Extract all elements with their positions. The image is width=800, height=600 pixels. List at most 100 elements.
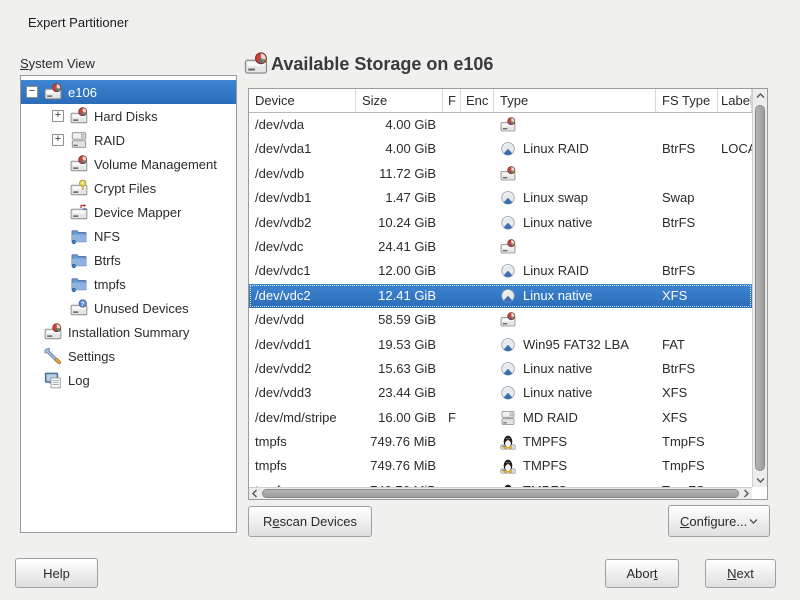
cell-type: TMPFS [494,454,656,478]
table-row[interactable]: /dev/vdc212.41 GiBLinux nativeXFS [249,284,752,308]
table-row[interactable]: /dev/vdb210.24 GiBLinux nativeBtrFS [249,211,752,235]
horizontal-scrollbar[interactable] [249,487,752,499]
cell-type: Linux RAID [494,137,656,161]
unused-devices-icon: ? [70,299,88,317]
disk-partition-icon [70,107,88,125]
next-button[interactable]: Next [705,559,776,588]
sidebar-item-btrfs[interactable]: Btrfs [21,248,236,272]
scroll-left-icon[interactable] [249,488,261,499]
sidebar-item-log[interactable]: Log [21,368,236,392]
table-row[interactable]: /dev/vdd215.63 GiBLinux nativeBtrFS [249,357,752,381]
table-row[interactable]: /dev/vdb11.47 GiBLinux swapSwap [249,186,752,210]
cell-type [494,308,656,332]
table-body: /dev/vda4.00 GiB/dev/vda14.00 GiBLinux R… [249,113,752,487]
sidebar-item-tmpfs[interactable]: tmpfs [21,272,236,296]
vertical-scrollbar-thumb[interactable] [755,105,765,471]
column-header-f[interactable]: F [443,89,461,112]
cell-label [718,259,752,283]
table-row[interactable]: /dev/vdd119.53 GiBWin95 FAT32 LBAFAT [249,333,752,357]
table-row[interactable]: tmpfs749.76 MiBTMPFSTmpFS [249,454,752,478]
sidebar-item-nfs[interactable]: NFS [21,224,236,248]
cell-label [718,430,752,454]
cell-label [718,357,752,381]
scroll-down-icon[interactable] [753,473,767,487]
help-button[interactable]: Help [15,558,98,588]
horizontal-scrollbar-thumb[interactable] [262,489,739,498]
vertical-scrollbar[interactable] [752,89,767,487]
cell-label [718,381,752,405]
cell-size: 15.63 GiB [356,357,443,381]
rescan-devices-button[interactable]: Rescan Devices [248,506,372,537]
window-title: Expert Partitioner [28,15,128,30]
table-row[interactable]: tmpfs749.76 MiBTMPFSTmpFS [249,479,752,487]
sidebar-item-hard-disks[interactable]: +Hard Disks [21,104,236,128]
cell-device: /dev/vdc2 [249,284,356,308]
svg-text:?: ? [81,301,85,308]
cell-fs-type: Swap [656,186,718,210]
column-header-device[interactable]: Device [249,89,356,112]
disk-partition-icon [70,155,88,173]
expand-icon[interactable]: + [52,134,64,146]
sidebar-item-raid[interactable]: +RAID [21,128,236,152]
cell-enc [461,479,494,487]
table-row[interactable]: /dev/vdb11.72 GiB [249,162,752,186]
cell-label [718,406,752,430]
cell-f [443,113,461,137]
storage-table: Device Size F Enc Type FS Type Label /de… [248,88,768,500]
sidebar-item-label: Installation Summary [68,325,189,340]
cell-fs-type [656,235,718,259]
abort-button[interactable]: Abort [605,559,679,588]
cell-device: /dev/vdc [249,235,356,259]
configure-button[interactable]: Configure... [668,505,770,537]
tux-icon [500,458,516,474]
partition-pie-icon [500,263,516,279]
scroll-right-icon[interactable] [740,488,752,499]
cell-label [718,113,752,137]
sidebar-item-label: Volume Management [94,157,217,172]
column-header-fs-type[interactable]: FS Type [656,89,718,112]
sidebar-item-installation-summary[interactable]: Installation Summary [21,320,236,344]
cell-fs-type: XFS [656,381,718,405]
raid-icon [70,131,88,149]
expand-icon[interactable]: + [52,110,64,122]
cell-enc [461,259,494,283]
table-row[interactable]: /dev/vda14.00 GiBLinux RAIDBtrFSLOCAL [249,137,752,161]
cell-label [718,284,752,308]
column-header-label[interactable]: Label [718,89,752,112]
sidebar-item-e106[interactable]: −e106 [21,80,236,104]
cell-size: 749.76 MiB [356,430,443,454]
scroll-up-icon[interactable] [753,89,767,103]
cell-type [494,113,656,137]
cell-type: Win95 FAT32 LBA [494,333,656,357]
column-header-size[interactable]: Size [356,89,443,112]
table-row[interactable]: /dev/vdc112.00 GiBLinux RAIDBtrFS [249,259,752,283]
cell-fs-type: TmpFS [656,430,718,454]
table-row[interactable]: /dev/vdd58.59 GiB [249,308,752,332]
sidebar-item-device-mapper[interactable]: Device Mapper [21,200,236,224]
sidebar-item-label: Device Mapper [94,205,181,220]
settings-wrench-icon [44,347,62,365]
table-row[interactable]: /dev/vdd323.44 GiBLinux nativeXFS [249,381,752,405]
cell-size: 4.00 GiB [356,113,443,137]
table-row[interactable]: tmpfs749.76 MiBTMPFSTmpFS [249,430,752,454]
column-header-enc[interactable]: Enc [461,89,494,112]
sidebar-item-settings[interactable]: Settings [21,344,236,368]
table-row[interactable]: /dev/md/stripe16.00 GiBFMD RAIDXFS [249,406,752,430]
cell-enc [461,454,494,478]
table-row[interactable]: /dev/vdc24.41 GiB [249,235,752,259]
cell-size: 23.44 GiB [356,381,443,405]
column-header-type[interactable]: Type [494,89,656,112]
type-label: Linux RAID [523,141,589,156]
collapse-icon[interactable]: − [26,86,38,98]
cell-device: tmpfs [249,430,356,454]
cell-enc [461,357,494,381]
sidebar-item-label: NFS [94,229,120,244]
sidebar-item-unused-devices[interactable]: ?Unused Devices [21,296,236,320]
disk-partition-icon [44,83,62,101]
cell-f [443,308,461,332]
sidebar-item-crypt-files[interactable]: Crypt Files [21,176,236,200]
cell-label [718,235,752,259]
table-row[interactable]: /dev/vda4.00 GiB [249,113,752,137]
sidebar-item-volume-management[interactable]: Volume Management [21,152,236,176]
cell-device: /dev/vdd1 [249,333,356,357]
